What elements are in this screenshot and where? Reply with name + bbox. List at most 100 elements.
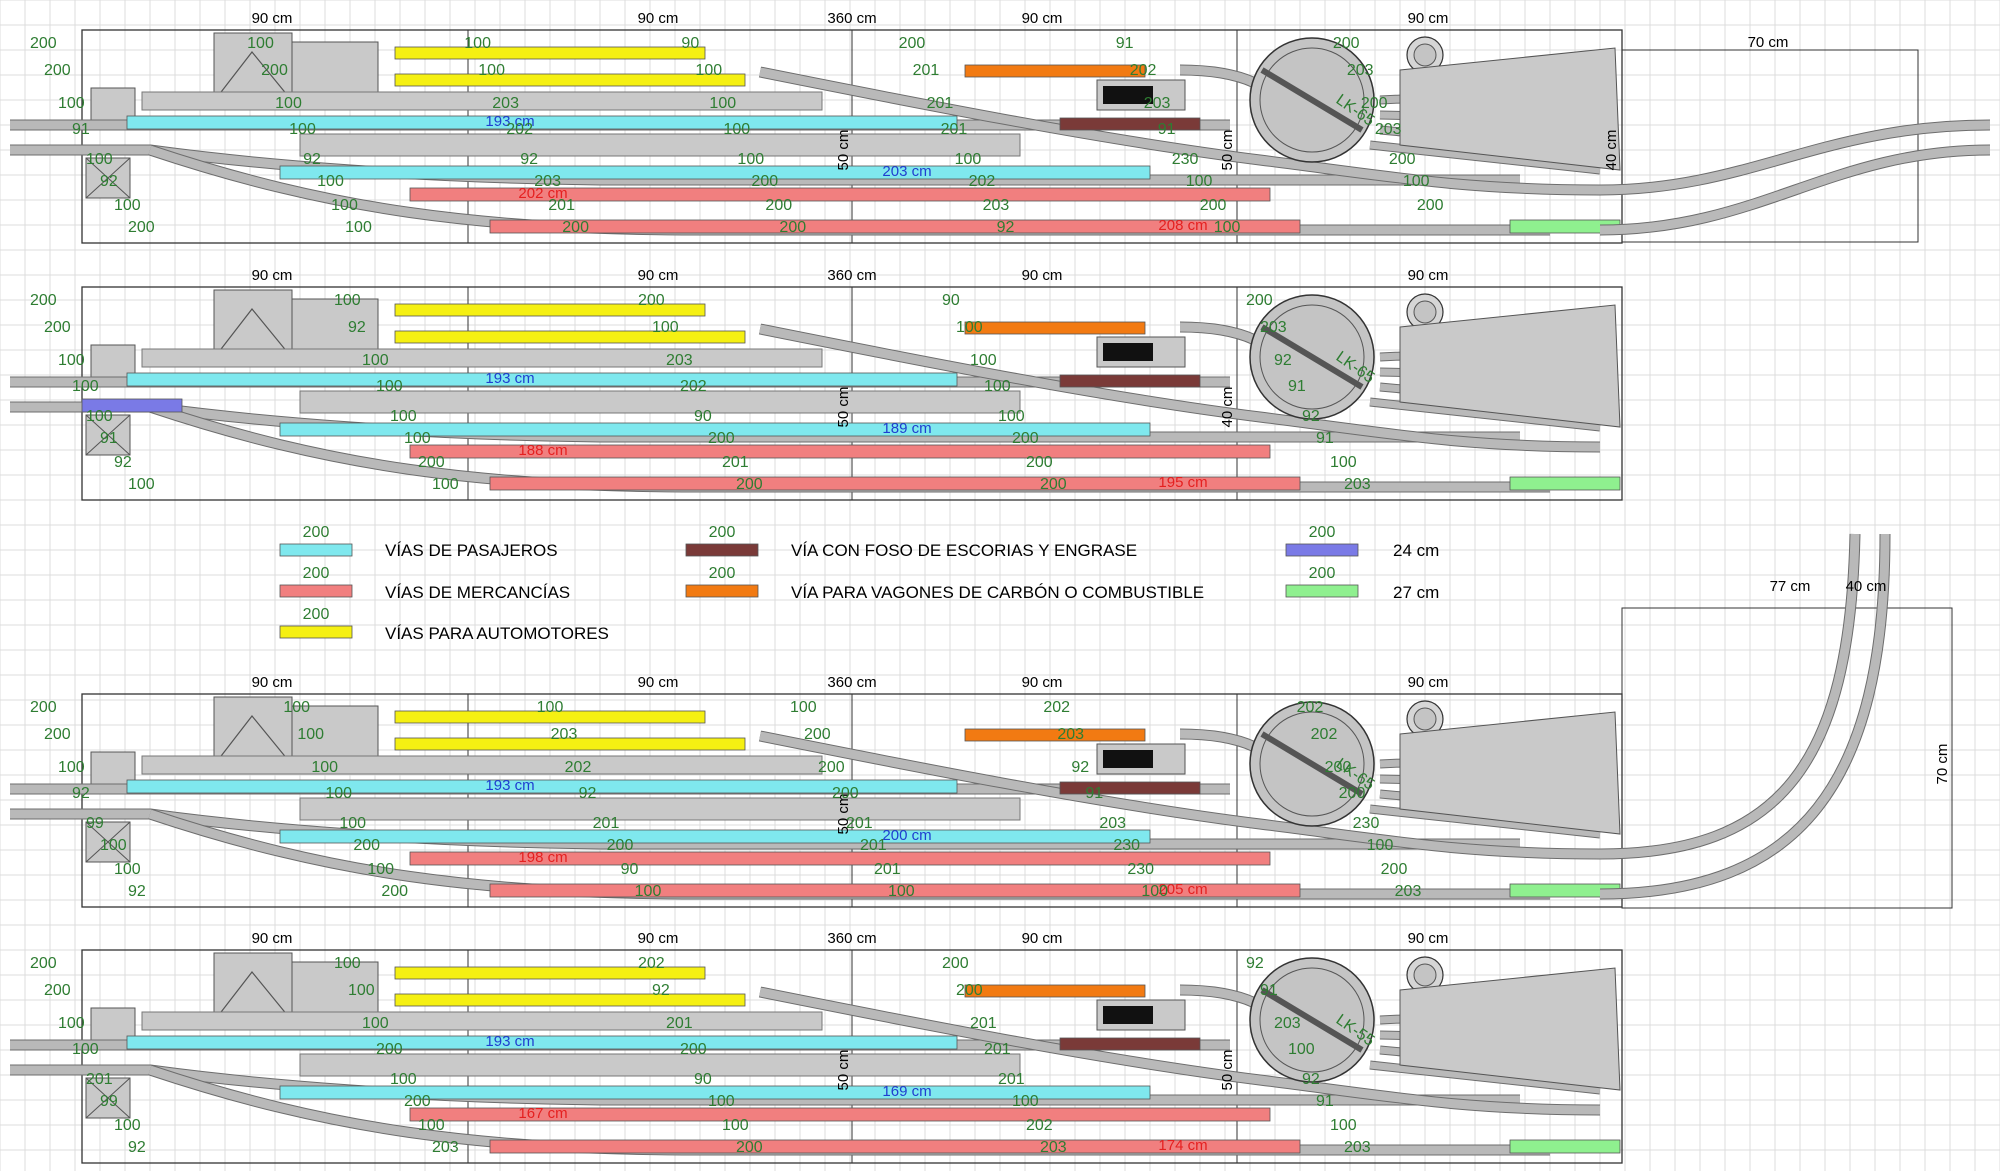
piece-number: 90: [694, 1071, 712, 1088]
ash-pit-track: [1059, 374, 1201, 388]
passenger-track-2: [279, 165, 1151, 180]
side-dimension-label: 40 cm: [1603, 130, 1620, 171]
piece-number: 100: [723, 121, 750, 138]
track-length-label: 169 cm: [882, 1083, 931, 1100]
station-building: [213, 289, 293, 357]
piece-number: 202: [1026, 1117, 1053, 1134]
passenger-track-1: [126, 1035, 958, 1050]
piece-number: 99: [100, 1093, 118, 1110]
piece-number: 100: [1141, 883, 1168, 900]
dimension-label: 360 cm: [827, 930, 876, 947]
locomotive-icon: [1103, 343, 1153, 361]
legend-label: VÍAS DE MERCANCÍAS: [385, 583, 570, 602]
piece-number: 100: [652, 319, 679, 336]
piece-number: 200: [404, 1093, 431, 1110]
piece-number: 200: [30, 955, 57, 972]
piece-number: 100: [708, 1093, 735, 1110]
legend-number: 200: [303, 565, 330, 582]
station-annex: [291, 41, 379, 99]
piece-number: 100: [283, 699, 310, 716]
dimension-label: 90 cm: [1408, 674, 1449, 691]
piece-number: 99: [86, 815, 104, 832]
dimension-label: 360 cm: [827, 674, 876, 691]
piece-number: 100: [325, 785, 352, 802]
piece-number: 200: [1417, 197, 1444, 214]
piece-number: 200: [680, 1041, 707, 1058]
railcar-track-2: [394, 993, 746, 1007]
track-length-label: 174 cm: [1158, 1137, 1207, 1154]
piece-number: 201: [941, 121, 968, 138]
piece-number: 92: [1246, 955, 1264, 972]
piece-number: 100: [390, 1071, 417, 1088]
legend-number: 200: [303, 606, 330, 623]
legend-swatch: [685, 584, 759, 598]
piece-number: 100: [790, 699, 817, 716]
piece-number: 100: [464, 35, 491, 52]
piece-number: 100: [311, 759, 338, 776]
piece-number: 100: [1330, 454, 1357, 471]
legend-label: 24 cm: [1393, 541, 1439, 560]
piece-number: 203: [1274, 1015, 1301, 1032]
piece-number: 100: [247, 35, 274, 52]
piece-number: 100: [1288, 1041, 1315, 1058]
piece-number: 200: [376, 1041, 403, 1058]
piece-number: 100: [297, 726, 324, 743]
track-length-label: 195 cm: [1158, 474, 1207, 491]
dimension-label: 90 cm: [1022, 10, 1063, 27]
piece-number: 200: [1389, 151, 1416, 168]
piece-number: 200: [30, 35, 57, 52]
piece-number: 202: [1297, 699, 1324, 716]
dimension-label: 90 cm: [638, 10, 679, 27]
water-tower-tank: [1413, 43, 1437, 67]
piece-number: 201: [970, 1015, 997, 1032]
track-length-label: 189 cm: [882, 420, 931, 437]
side-dimension-label: 50 cm: [1219, 130, 1236, 171]
legend-swatch: [279, 584, 353, 598]
extension-curve-2-edge: [1599, 533, 1891, 900]
piece-number: 203: [1395, 883, 1422, 900]
legend-label: VÍAS PARA AUTOMOTORES: [385, 624, 609, 643]
platform-2: [299, 133, 1021, 157]
piece-number: 202: [680, 378, 707, 395]
piece-number: 91: [100, 430, 118, 447]
piece-number: 100: [58, 1015, 85, 1032]
track-length-label: 193 cm: [485, 370, 534, 387]
piece-number: 201: [927, 95, 954, 112]
legend-label: 27 cm: [1393, 583, 1439, 602]
coal-wagon-track: [964, 64, 1146, 78]
piece-number: 200: [956, 982, 983, 999]
platform-1: [141, 1011, 823, 1031]
piece-number: 100: [1214, 219, 1241, 236]
piece-number: 200: [353, 837, 380, 854]
ash-pit-track: [1059, 1037, 1201, 1051]
piece-number: 202: [969, 173, 996, 190]
piece-number: 92: [997, 219, 1015, 236]
piece-number: 100: [367, 861, 394, 878]
piece-number: 201: [998, 1071, 1025, 1088]
piece-number: 200: [736, 1139, 763, 1156]
dimension-label: 90 cm: [1022, 930, 1063, 947]
piece-number: 100: [1367, 837, 1394, 854]
dimension-label: 90 cm: [1408, 930, 1449, 947]
piece-number: 100: [339, 815, 366, 832]
piece-number: 91: [1316, 1093, 1334, 1110]
piece-number: 100: [1186, 173, 1213, 190]
legend-swatch: [279, 625, 353, 639]
legend-swatch: [279, 543, 353, 557]
coal-wagon-track: [964, 321, 1146, 335]
ash-pit-track: [1059, 117, 1201, 131]
side-dimension-label: 50 cm: [835, 1050, 852, 1091]
piece-number: 100: [58, 95, 85, 112]
piece-number: 200: [607, 837, 634, 854]
piece-number: 200: [44, 319, 71, 336]
piece-number: 201: [722, 454, 749, 471]
piece-number: 100: [635, 883, 662, 900]
piece-number: 200: [818, 759, 845, 776]
piece-number: 200: [128, 219, 155, 236]
coal-wagon-track: [964, 728, 1146, 742]
piece-number: 203: [1099, 815, 1126, 832]
piece-number: 200: [44, 62, 71, 79]
track-length-label: 193 cm: [485, 1033, 534, 1050]
piece-number: 100: [362, 1015, 389, 1032]
extension-dimension-label: 77 cm: [1770, 578, 1811, 595]
